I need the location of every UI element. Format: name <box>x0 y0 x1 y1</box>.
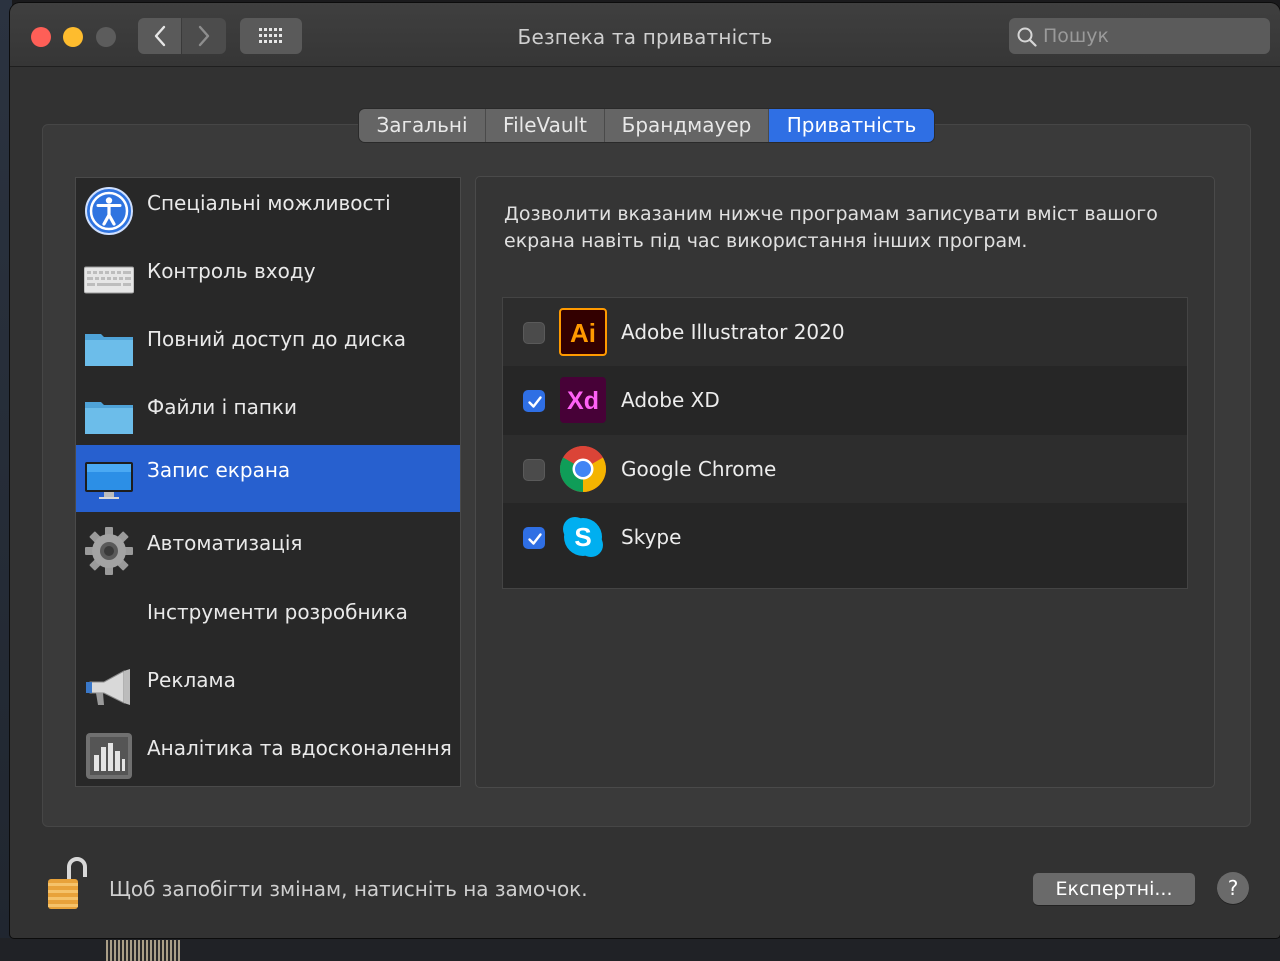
app-list: Ai Adobe Illustrator 2020 Xd Adobe XD Go… <box>502 297 1188 589</box>
sidebar-item-label: Аналітика та вдосконалення <box>147 736 452 760</box>
tab-filevault[interactable]: FileVault <box>486 109 605 142</box>
lock-message: Щоб запобігти змінам, натисніть на замоч… <box>109 877 588 901</box>
xd-icon: Xd <box>560 377 606 423</box>
app-checkbox[interactable] <box>523 322 545 344</box>
desktop-background-bottom <box>0 938 1280 961</box>
preferences-window: Безпека та приватність Загальні FileVaul… <box>10 3 1280 938</box>
sidebar-item-accessibility[interactable]: Спеціальні можливості <box>76 178 460 245</box>
app-row-xd: Xd Adobe XD <box>503 366 1187 434</box>
sidebar-item-label: Реклама <box>147 668 236 692</box>
chart-icon <box>86 733 132 779</box>
desktop-image-fragment <box>106 940 180 961</box>
sidebar-item-label: Інструменти розробника <box>147 600 408 624</box>
skype-icon: S <box>563 517 603 557</box>
title-bar: Безпека та приватність <box>10 3 1280 67</box>
checkmark-icon <box>528 533 542 545</box>
sidebar-item-input-monitoring[interactable]: Контроль входу <box>76 246 460 313</box>
svg-text:Xd: Xd <box>567 387 599 415</box>
sidebar-item-analytics[interactable]: Аналітика та вдосконалення <box>76 723 460 790</box>
sidebar-item-screen-recording[interactable]: Запис екрана <box>76 445 460 512</box>
privacy-category-list: Спеціальні можливості Контроль входу Пов… <box>75 177 461 787</box>
checkmark-icon <box>528 396 542 408</box>
sidebar-item-automation[interactable]: Автоматизація <box>76 518 460 585</box>
search-input[interactable] <box>1043 22 1263 50</box>
folder-icon <box>85 334 133 366</box>
sidebar-item-label: Контроль входу <box>147 259 316 283</box>
sidebar-item-advertising[interactable]: Реклама <box>76 655 460 722</box>
help-button[interactable]: ? <box>1217 872 1249 904</box>
sidebar-item-files-and-folders[interactable]: Файли і папки <box>76 382 460 449</box>
accessibility-icon <box>85 187 133 235</box>
megaphone-icon <box>86 669 130 705</box>
sidebar-item-label: Спеціальні можливості <box>147 191 391 215</box>
app-name: Skype <box>621 525 682 549</box>
app-name: Google Chrome <box>621 457 777 481</box>
svg-text:S: S <box>574 522 591 552</box>
app-row-skype: S Skype <box>503 503 1187 571</box>
gear-icon <box>85 527 133 575</box>
app-row-illustrator: Ai Adobe Illustrator 2020 <box>503 298 1187 366</box>
advanced-button[interactable]: Експертні... <box>1033 873 1195 905</box>
search-field[interactable] <box>1009 18 1270 54</box>
display-icon <box>85 462 133 499</box>
svg-text:Ai: Ai <box>570 318 596 348</box>
sidebar-item-developer-tools[interactable]: Інструменти розробника <box>76 587 460 654</box>
keyboard-icon <box>84 266 134 294</box>
app-checkbox[interactable] <box>523 459 545 481</box>
app-checkbox[interactable] <box>523 390 545 412</box>
permission-description: Дозволити вказаним нижче програмам запис… <box>504 203 1158 252</box>
tab-firewall[interactable]: Брандмауер <box>605 109 769 142</box>
padlock-icon[interactable] <box>47 855 87 911</box>
sidebar-item-label: Запис екрана <box>147 458 291 482</box>
app-row-chrome: Google Chrome <box>503 435 1187 503</box>
tab-bar: Загальні FileVault Брандмауер Приватніст… <box>359 109 934 142</box>
sidebar-item-full-disk-access[interactable]: Повний доступ до диска <box>76 314 460 381</box>
tab-general[interactable]: Загальні <box>359 109 486 142</box>
illustrator-icon: Ai <box>559 308 607 356</box>
sidebar-item-label: Повний доступ до диска <box>147 327 407 351</box>
folder-icon <box>85 402 133 434</box>
screen-recording-panel: Дозволити вказаним нижче програмам запис… <box>475 176 1215 788</box>
sidebar-item-label: Автоматизація <box>147 531 303 555</box>
tab-privacy[interactable]: Приватність <box>769 109 934 142</box>
chrome-icon <box>560 446 606 492</box>
app-checkbox[interactable] <box>523 527 545 549</box>
search-icon <box>1017 27 1037 47</box>
app-name: Adobe XD <box>621 388 720 412</box>
app-name: Adobe Illustrator 2020 <box>621 320 845 344</box>
sidebar-item-label: Файли і папки <box>147 395 298 419</box>
